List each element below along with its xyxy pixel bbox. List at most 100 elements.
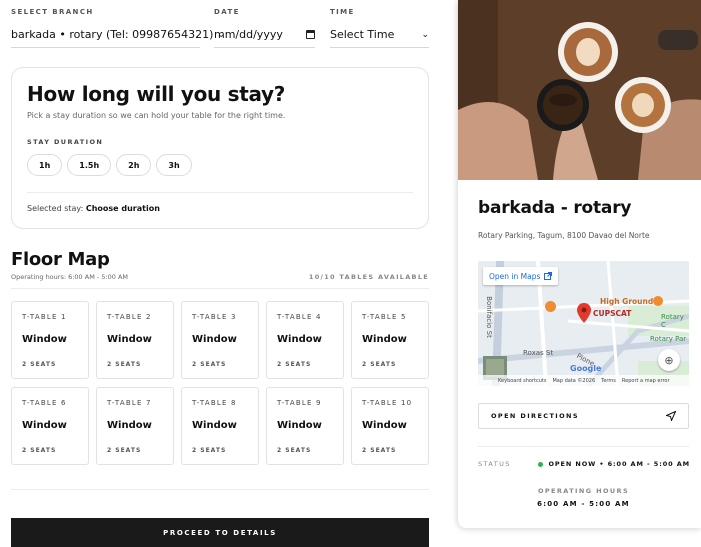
open-in-maps-label: Open in Maps <box>489 271 541 281</box>
duration-section-label: STAY DURATION <box>27 138 104 146</box>
table-card[interactable]: T-TABLE 3 Window 2 SEATS <box>181 301 259 379</box>
table-card[interactable]: T-TABLE 5 Window 2 SEATS <box>351 301 429 379</box>
table-seats: 2 SEATS <box>362 361 397 368</box>
operating-hours-label: OPERATING HOURS <box>537 487 630 495</box>
time-select-value: Select Time <box>330 28 395 41</box>
selected-duration: Selected stay: Choose duration <box>27 204 160 213</box>
selected-duration-value: Choose duration <box>85 204 160 213</box>
proceed-to-details-button[interactable]: PROCEED TO DETAILS <box>11 518 429 547</box>
table-type: Window <box>192 334 237 345</box>
terms-link[interactable]: Terms <box>601 378 616 384</box>
table-type: Window <box>22 334 67 345</box>
table-card[interactable]: T-TABLE 10 Window 2 SEATS <box>351 387 429 465</box>
divider <box>11 489 429 490</box>
divider <box>11 288 429 289</box>
tables-available-badge: 10/10 TABLES AVAILABLE <box>308 273 429 281</box>
place-label: Rotary Par <box>650 335 687 343</box>
open-directions-button[interactable]: OPEN DIRECTIONS <box>478 403 689 429</box>
floor-map-hours: Operating hours: 6:00 AM - 5:00 AM <box>11 273 129 281</box>
table-id: T-TABLE 1 <box>22 313 67 321</box>
table-type: Window <box>22 420 67 431</box>
table-id: T-TABLE 10 <box>362 399 413 407</box>
table-card[interactable]: T-TABLE 4 Window 2 SEATS <box>266 301 344 379</box>
table-seats: 2 SEATS <box>192 447 227 454</box>
table-seats: 2 SEATS <box>277 447 312 454</box>
poi-marker-icon[interactable] <box>653 296 663 306</box>
operating-hours-value: 6:00 AM - 5:00 AM <box>537 500 630 508</box>
table-seats: 2 SEATS <box>107 361 142 368</box>
branch-label: SELECT BRANCH <box>11 8 94 16</box>
duration-option-1h[interactable]: 1h <box>27 154 63 176</box>
navigation-arrow-icon <box>666 411 676 421</box>
keyboard-shortcuts-link[interactable]: Keyboard shortcuts <box>498 378 546 384</box>
table-seats: 2 SEATS <box>277 361 312 368</box>
map-data-text: Map data ©2026 <box>552 377 596 384</box>
table-type: Window <box>277 420 322 431</box>
report-map-error-link[interactable]: Report a map error <box>622 378 670 384</box>
table-type: Window <box>362 334 407 345</box>
poi-marker-icon[interactable] <box>545 301 556 312</box>
duration-options: 1h 1.5h 2h 3h <box>27 154 192 176</box>
table-type: Window <box>107 334 152 345</box>
table-id: T-TABLE 9 <box>277 399 322 407</box>
venue-panel: barkada - rotary Rotary Parking, Tagum, … <box>458 0 701 528</box>
table-card[interactable]: T-TABLE 2 Window 2 SEATS <box>96 301 174 379</box>
date-input-value: mm/dd/yyyy <box>214 28 283 41</box>
table-seats: 2 SEATS <box>362 447 397 454</box>
table-grid: T-TABLE 1 Window 2 SEATS T-TABLE 2 Windo… <box>11 301 429 465</box>
table-seats: 2 SEATS <box>22 361 57 368</box>
time-select[interactable]: Select Time ⌄ <box>330 22 429 48</box>
duration-option-1-5h[interactable]: 1.5h <box>67 154 112 176</box>
road-label: Roxas St <box>523 349 554 357</box>
embedded-map[interactable]: Open in Maps High Ground CUPSCAT Rotary … <box>478 261 689 386</box>
map-pin-icon[interactable] <box>577 303 591 323</box>
table-id: T-TABLE 4 <box>277 313 322 321</box>
place-label: CUPSCAT <box>593 309 632 318</box>
place-label: High Ground <box>600 297 654 306</box>
road-label: Bonifacio St <box>484 296 493 338</box>
table-id: T-TABLE 7 <box>107 399 152 407</box>
chevron-down-icon: ⌄ <box>421 29 429 40</box>
place-label: Rotary C <box>661 313 684 329</box>
branch-select[interactable]: barkada • rotary (Tel: 09987654321) ⌄ <box>11 22 225 48</box>
table-id: T-TABLE 8 <box>192 399 237 407</box>
table-type: Window <box>107 420 152 431</box>
table-card[interactable]: T-TABLE 9 Window 2 SEATS <box>266 387 344 465</box>
divider <box>27 192 413 193</box>
table-card[interactable]: T-TABLE 1 Window 2 SEATS <box>11 301 89 379</box>
duration-option-3h[interactable]: 3h <box>156 154 192 176</box>
table-card[interactable]: T-TABLE 6 Window 2 SEATS <box>11 387 89 465</box>
table-seats: 2 SEATS <box>192 361 227 368</box>
coffee-cups-illustration <box>458 0 701 180</box>
open-directions-label: OPEN DIRECTIONS <box>491 412 579 420</box>
status-label: STATUS <box>478 460 511 468</box>
date-label: DATE <box>214 8 240 16</box>
recenter-icon[interactable]: ⊕ <box>658 349 680 371</box>
map-footer: Keyboard shortcuts Map data ©2026 Terms … <box>478 375 689 386</box>
status-dot-icon <box>538 461 544 467</box>
status-value: OPEN NOW • 6:00 AM - 5:00 AM <box>538 460 690 468</box>
venue-photo <box>458 0 701 180</box>
table-seats: 2 SEATS <box>107 447 142 454</box>
divider <box>478 446 689 447</box>
table-card[interactable]: T-TABLE 8 Window 2 SEATS <box>181 387 259 465</box>
date-input[interactable]: mm/dd/yyyy <box>214 22 315 48</box>
table-type: Window <box>192 420 237 431</box>
selected-duration-prefix: Selected stay: <box>27 204 84 213</box>
external-link-icon <box>544 272 553 280</box>
duration-option-2h[interactable]: 2h <box>116 154 152 176</box>
duration-card: How long will you stay? Pick a stay dura… <box>11 67 429 229</box>
duration-subtitle: Pick a stay duration so we can hold your… <box>27 111 286 120</box>
calendar-icon[interactable] <box>306 30 315 39</box>
table-card[interactable]: T-TABLE 7 Window 2 SEATS <box>96 387 174 465</box>
branch-select-value: barkada • rotary (Tel: 09987654321) <box>11 28 214 41</box>
open-in-maps-button[interactable]: Open in Maps <box>483 267 559 285</box>
table-id: T-TABLE 3 <box>192 313 237 321</box>
venue-address: Rotary Parking, Tagum, 8100 Davao del No… <box>478 231 650 240</box>
table-id: T-TABLE 6 <box>22 399 67 407</box>
venue-name: barkada - rotary <box>478 198 632 218</box>
duration-title: How long will you stay? <box>27 82 286 106</box>
time-label: TIME <box>330 8 355 16</box>
table-type: Window <box>277 334 322 345</box>
floor-map-title: Floor Map <box>11 249 110 270</box>
